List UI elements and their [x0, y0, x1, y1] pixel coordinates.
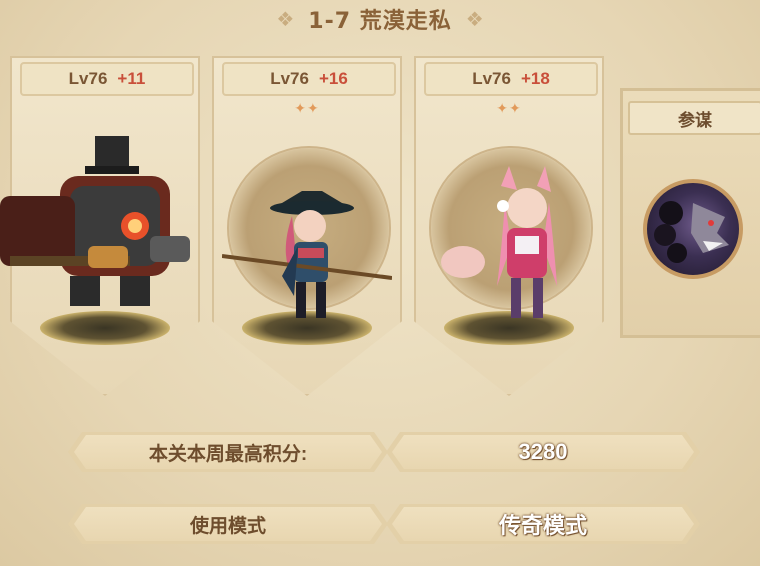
weekly-score-label: 本关本周最高积分: [148, 443, 308, 465]
hero-level: Lv76 [472, 69, 511, 88]
mode-select-button[interactable]: 传奇模式 [386, 504, 700, 544]
use-mode-label: 使用模式 [189, 515, 266, 537]
dark-wolf-icon[interactable] [643, 179, 743, 279]
hero-level-header: Lv76 +16 [222, 62, 396, 96]
hero-level-header: Lv76 +11 [20, 62, 194, 96]
weekly-score-value-panel: 3280 [386, 432, 700, 472]
hero-level: Lv76 [270, 69, 309, 88]
weekly-score-value: 3280 [518, 439, 568, 464]
hero-level: Lv76 [68, 69, 108, 88]
mech-warrior-icon [0, 136, 190, 306]
advisor-card[interactable]: 参谋 [620, 88, 760, 338]
use-mode-label-panel: 使用模式 [68, 504, 388, 544]
fox-girl-icon [441, 166, 557, 318]
hero-stars: ✦✦ [294, 100, 320, 116]
weekly-score-label-panel: 本关本周最高积分: [68, 432, 388, 472]
stage-title: 1-7 荒漠走私 [308, 9, 452, 34]
advisor-label: 参谋 [628, 101, 760, 135]
hero-card-2[interactable]: Lv76 +16 ✦✦ [212, 56, 402, 396]
hero-card-3[interactable]: Lv76 +18 ✦✦ [414, 56, 604, 396]
hero-plus: +16 [318, 69, 348, 88]
hero-card-1[interactable]: Lv76 +11 [0, 56, 200, 396]
ronin-girl-icon [222, 191, 392, 318]
hero-plus: +11 [117, 69, 146, 88]
left-ornament-icon: ❖ [276, 8, 295, 31]
hero-stars: ✦✦ [496, 100, 522, 116]
stage-title-bar: ❖ 1-7 荒漠走私 ❖ [0, 0, 760, 38]
hero-plus: +18 [520, 69, 550, 88]
hero-level-header: Lv76 +18 [424, 62, 598, 96]
right-ornament-icon: ❖ [465, 8, 484, 31]
mode-value: 传奇模式 [498, 513, 587, 538]
